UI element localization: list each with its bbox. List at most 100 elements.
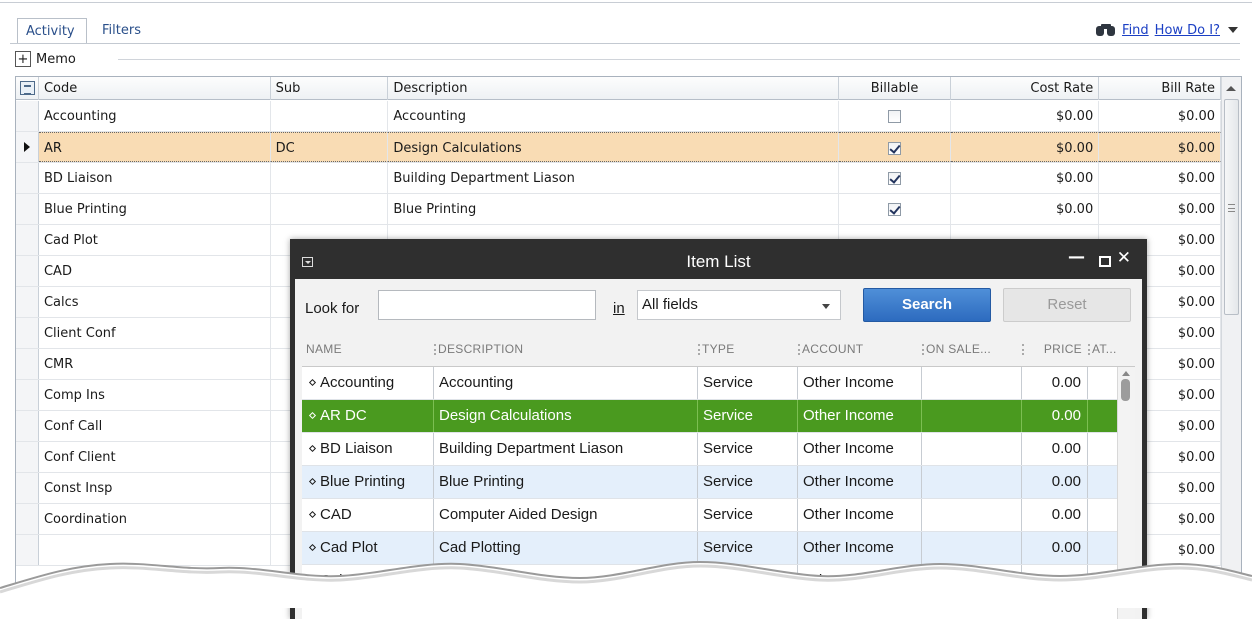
row-selector[interactable] xyxy=(16,349,39,379)
item-on-sale-cell[interactable] xyxy=(922,367,1022,399)
cell-code[interactable]: Coordination xyxy=(39,504,271,534)
close-icon[interactable]: ✕ xyxy=(1117,248,1131,268)
cell-sub[interactable] xyxy=(271,101,389,131)
cell-cost-rate[interactable]: $0.00 xyxy=(951,163,1100,193)
cell-code[interactable]: Calcs xyxy=(39,287,271,317)
item-column-at[interactable]: AT... xyxy=(1088,337,1130,361)
item-price-cell[interactable]: 0.00 xyxy=(1022,433,1088,465)
cell-description[interactable]: Design Calculations xyxy=(388,132,839,162)
list-item[interactable]: BD Liaison Building Department Liason Serv… xyxy=(302,433,1135,466)
row-selector[interactable] xyxy=(16,442,39,472)
row-selector[interactable] xyxy=(16,318,39,348)
cell-code[interactable]: Client Conf xyxy=(39,318,271,348)
item-scroll-thumb[interactable] xyxy=(1121,379,1130,401)
reset-button[interactable]: Reset xyxy=(1003,288,1131,322)
cell-code[interactable]: Conf Call xyxy=(39,411,271,441)
list-item[interactable]: AR DC Design Calculations Service Other Inc… xyxy=(302,400,1135,433)
row-selector[interactable] xyxy=(16,411,39,441)
billable-checkbox[interactable] xyxy=(888,203,902,216)
cell-bill-rate[interactable]: $0.00 xyxy=(1099,163,1222,193)
item-description-cell[interactable]: Building Department Liason xyxy=(434,433,698,465)
item-column-account[interactable]: ACCOUNT xyxy=(798,337,922,361)
item-on-sale-cell[interactable] xyxy=(922,499,1022,531)
tab-filters[interactable]: Filters xyxy=(94,18,149,44)
scroll-thumb[interactable] xyxy=(1224,99,1239,315)
item-column-name[interactable]: NAME xyxy=(302,337,434,361)
column-header-code[interactable]: Code xyxy=(39,77,271,100)
search-button[interactable]: Search xyxy=(863,288,991,322)
table-row[interactable]: Blue Printing Blue Printing $0.00 $0.00 xyxy=(16,194,1222,225)
item-type-cell[interactable]: Service xyxy=(698,367,798,399)
cell-cost-rate[interactable]: $0.00 xyxy=(951,101,1100,131)
item-description-cell[interactable]: Blue Printing xyxy=(434,466,698,498)
item-account-cell[interactable]: Other Income xyxy=(798,433,922,465)
billable-checkbox[interactable] xyxy=(888,110,902,123)
cell-code[interactable]: AR xyxy=(38,132,271,162)
item-account-cell[interactable]: Other Income xyxy=(798,466,922,498)
row-selector[interactable] xyxy=(16,473,39,503)
item-column-on-sale[interactable]: ON SALE... xyxy=(922,337,1022,361)
grid-settings-button[interactable] xyxy=(16,77,39,100)
cell-code[interactable]: CAD xyxy=(39,256,271,286)
item-description-cell[interactable]: Accounting xyxy=(434,367,698,399)
column-header-cost-rate[interactable]: Cost Rate xyxy=(951,77,1100,100)
item-name-cell[interactable]: Blue Printing xyxy=(302,466,434,498)
row-selector[interactable] xyxy=(16,225,39,255)
cell-code[interactable]: BD Liaison xyxy=(39,163,271,193)
item-account-cell[interactable]: Other Income xyxy=(798,400,922,432)
chevron-down-icon[interactable] xyxy=(822,304,830,309)
item-on-sale-cell[interactable] xyxy=(922,433,1022,465)
cell-sub[interactable] xyxy=(271,194,389,224)
scroll-up-icon[interactable] xyxy=(1226,86,1236,91)
item-description-cell[interactable]: Computer Aided Design xyxy=(434,499,698,531)
cell-code[interactable]: Const Insp xyxy=(39,473,271,503)
row-selector[interactable] xyxy=(16,256,39,286)
item-name-cell[interactable]: BD Liaison xyxy=(302,433,434,465)
item-price-cell[interactable]: 0.00 xyxy=(1022,499,1088,531)
cell-bill-rate[interactable]: $0.00 xyxy=(1099,194,1222,224)
item-price-cell[interactable]: 0.00 xyxy=(1022,400,1088,432)
billable-checkbox[interactable] xyxy=(888,142,902,155)
column-header-bill-rate[interactable]: Bill Rate xyxy=(1099,77,1222,100)
cell-code[interactable]: Comp Ins xyxy=(39,380,271,410)
cell-bill-rate[interactable]: $0.00 xyxy=(1099,101,1222,131)
cell-code[interactable]: CMR xyxy=(39,349,271,379)
row-selector[interactable] xyxy=(16,163,39,193)
table-row[interactable]: Accounting Accounting $0.00 $0.00 xyxy=(16,101,1222,132)
look-for-input[interactable] xyxy=(378,290,596,320)
item-on-sale-cell[interactable] xyxy=(922,400,1022,432)
item-type-cell[interactable]: Service xyxy=(698,499,798,531)
minimize-icon[interactable]: — xyxy=(1068,247,1085,267)
item-column-price[interactable]: PRICE xyxy=(1022,337,1088,361)
item-column-type[interactable]: TYPE xyxy=(698,337,798,361)
memo-expand-button[interactable]: + xyxy=(15,51,31,67)
row-selector[interactable] xyxy=(16,194,39,224)
row-selector[interactable] xyxy=(16,101,39,131)
tab-activity[interactable]: Activity xyxy=(17,18,87,44)
list-item[interactable]: Blue Printing Blue Printing Service Other I… xyxy=(302,466,1135,499)
cell-description[interactable]: Blue Printing xyxy=(388,194,839,224)
table-row[interactable]: AR DC Design Calculations $0.00 $0.00 xyxy=(16,132,1222,163)
row-selector[interactable] xyxy=(16,504,39,534)
item-type-cell[interactable]: Service xyxy=(698,400,798,432)
item-on-sale-cell[interactable] xyxy=(922,466,1022,498)
cell-description[interactable]: Accounting xyxy=(388,101,839,131)
how-do-i-link[interactable]: How Do I? xyxy=(1155,23,1220,38)
item-list-titlebar[interactable]: Item List — ✕ xyxy=(290,239,1147,279)
column-header-billable[interactable]: Billable xyxy=(839,77,952,100)
cell-description[interactable]: Building Department Liason xyxy=(388,163,839,193)
item-name-cell[interactable]: AR DC xyxy=(302,400,434,432)
maximize-icon[interactable] xyxy=(1099,256,1111,267)
cell-code[interactable]: Cad Plot xyxy=(39,225,271,255)
grid-scrollbar[interactable] xyxy=(1221,77,1241,603)
billable-checkbox[interactable] xyxy=(888,172,902,185)
dropdown-caret-icon[interactable] xyxy=(1228,27,1238,33)
row-selector[interactable] xyxy=(16,380,39,410)
item-column-description[interactable]: DESCRIPTION xyxy=(434,337,698,361)
field-select[interactable]: All fields xyxy=(637,290,841,320)
cell-sub[interactable] xyxy=(271,163,389,193)
grid-settings-icon[interactable] xyxy=(20,81,35,95)
item-account-cell[interactable]: Other Income xyxy=(798,367,922,399)
cell-bill-rate[interactable]: $0.00 xyxy=(1099,132,1222,162)
item-type-cell[interactable]: Service xyxy=(698,466,798,498)
